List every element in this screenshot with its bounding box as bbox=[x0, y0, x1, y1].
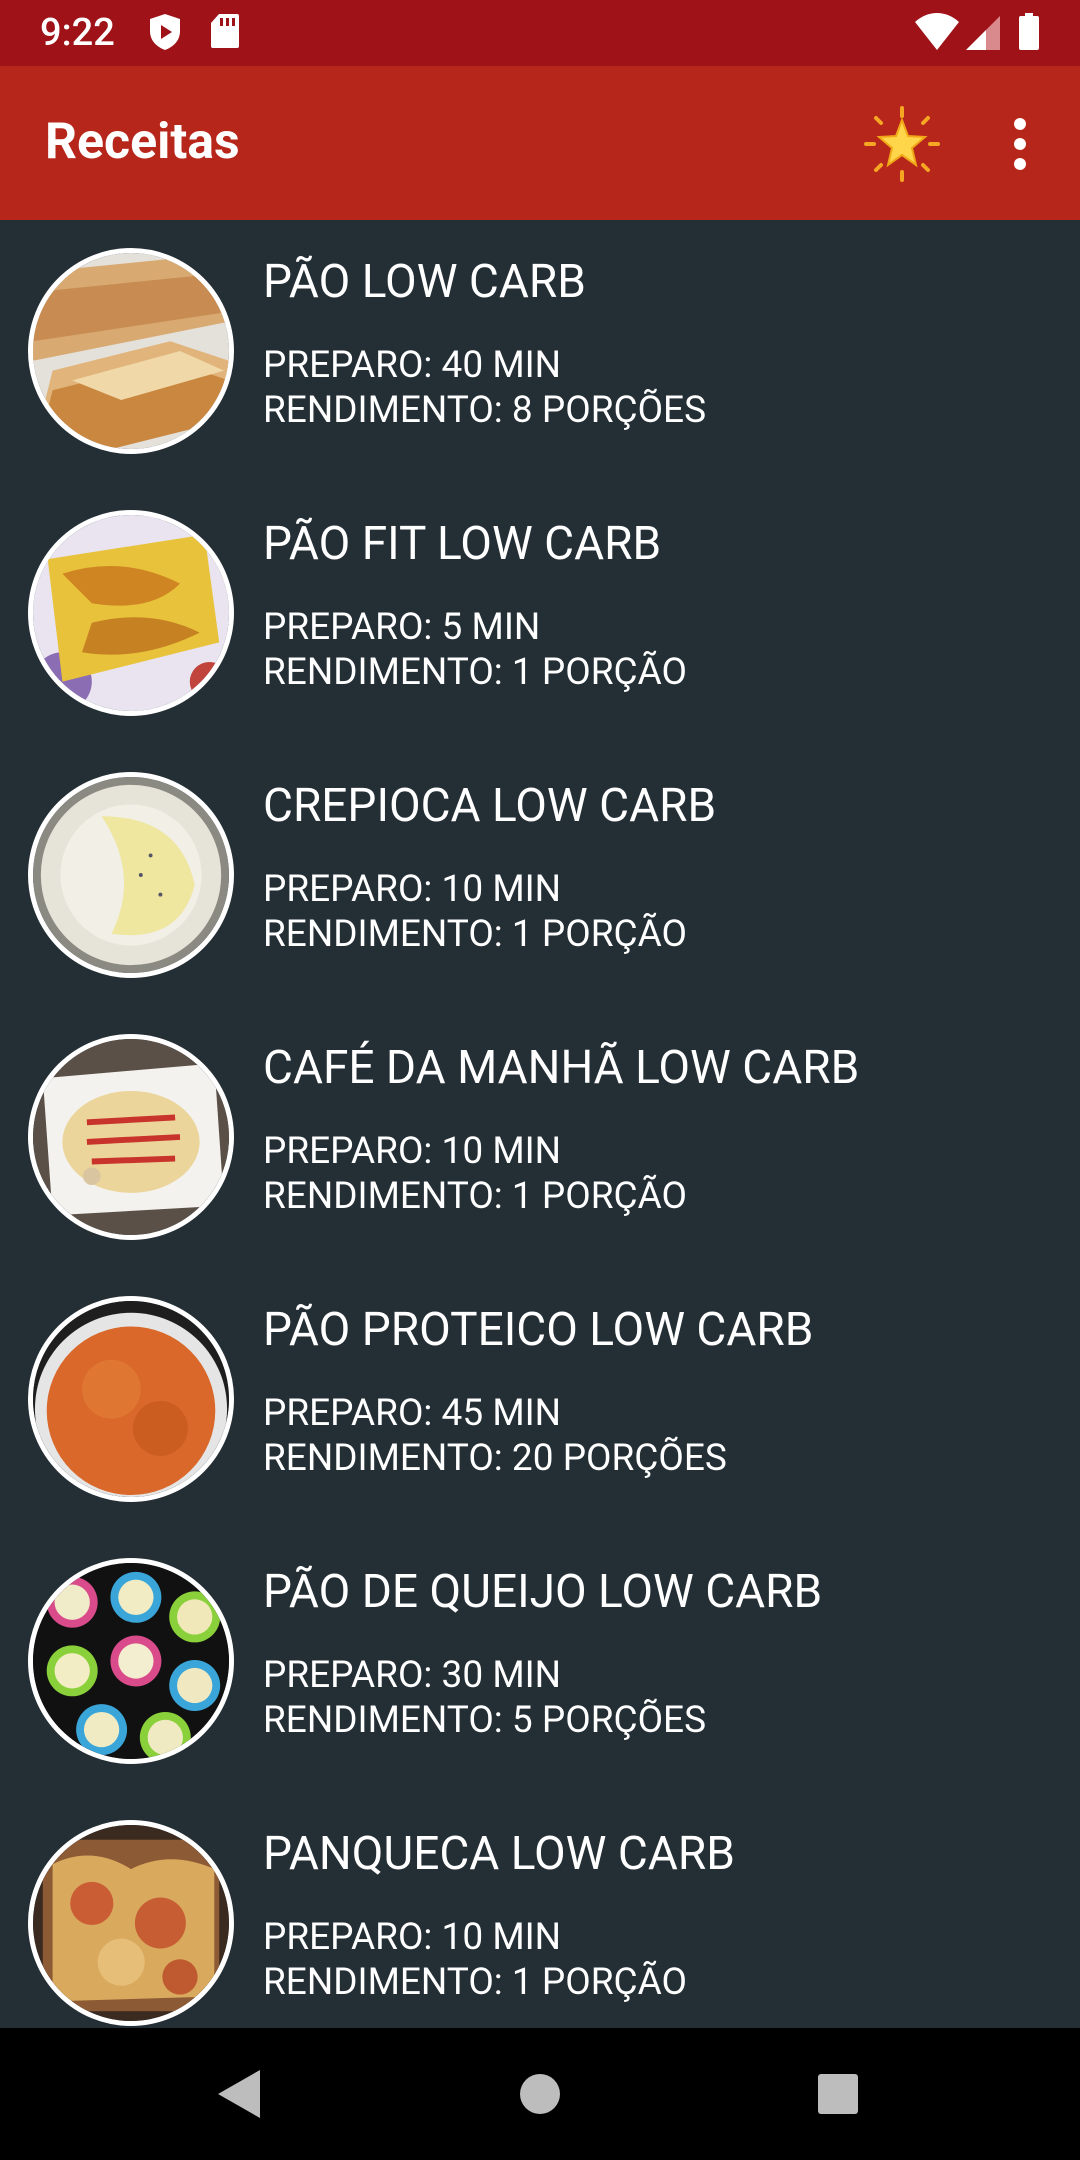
app-bar: Receitas bbox=[0, 66, 1080, 220]
recipe-prep-time: PREPARO: 40 MIN bbox=[263, 344, 562, 387]
recipe-prep-time: PREPARO: 5 MIN bbox=[263, 606, 541, 649]
home-icon bbox=[520, 2074, 560, 2114]
recipe-name: PÃO DE QUEIJO LOW CARB bbox=[263, 1565, 823, 1619]
recipe-prep-time: PREPARO: 45 MIN bbox=[263, 1392, 562, 1435]
recipe-yield: RENDIMENTO: 1 PORÇÃO bbox=[263, 1961, 687, 2004]
recipe-thumbnail bbox=[28, 1820, 234, 2026]
app-screen: 9:22 Receitas PÃO LOW CARB PREPARO: 40 M… bbox=[0, 0, 1080, 2160]
recipe-prep-time: PREPARO: 10 MIN bbox=[263, 1916, 562, 1959]
more-vert-icon bbox=[1014, 118, 1026, 170]
recipe-item[interactable]: PANQUECA LOW CARB PREPARO: 10 MIN RENDIM… bbox=[0, 1792, 1080, 2028]
recipe-yield: RENDIMENTO: 5 PORÇÕES bbox=[263, 1699, 707, 1742]
recents-icon bbox=[818, 2074, 858, 2114]
recipe-list: PÃO LOW CARB PREPARO: 40 MIN RENDIMENTO:… bbox=[0, 220, 1080, 2028]
recipe-yield: RENDIMENTO: 1 PORÇÃO bbox=[263, 651, 687, 694]
status-time: 9:22 bbox=[40, 11, 115, 55]
wifi-icon bbox=[914, 12, 960, 52]
star-icon bbox=[864, 106, 940, 182]
recents-button[interactable] bbox=[816, 2072, 860, 2116]
recipe-name: PÃO LOW CARB bbox=[263, 255, 586, 309]
recipe-item[interactable]: PÃO LOW CARB PREPARO: 40 MIN RENDIMENTO:… bbox=[0, 220, 1080, 482]
recipe-name: CREPIOCA LOW CARB bbox=[263, 779, 717, 833]
more-options-button[interactable] bbox=[996, 108, 1044, 180]
recipe-yield: RENDIMENTO: 1 PORÇÃO bbox=[263, 913, 687, 956]
recipe-thumbnail bbox=[28, 772, 234, 978]
recipe-thumbnail bbox=[28, 510, 234, 716]
recipe-name: PÃO FIT LOW CARB bbox=[263, 517, 662, 571]
recipe-item[interactable]: CAFÉ DA MANHÃ LOW CARB PREPARO: 10 MIN R… bbox=[0, 1006, 1080, 1268]
battery-icon bbox=[1018, 13, 1040, 51]
recipe-item[interactable]: PÃO DE QUEIJO LOW CARB PREPARO: 30 MIN R… bbox=[0, 1530, 1080, 1792]
recipe-name: PÃO PROTEICO LOW CARB bbox=[263, 1303, 814, 1357]
recipe-thumbnail bbox=[28, 1558, 234, 1764]
recipe-yield: RENDIMENTO: 1 PORÇÃO bbox=[263, 1175, 687, 1218]
recipe-thumbnail bbox=[28, 1296, 234, 1502]
recipe-thumbnail bbox=[28, 1034, 234, 1240]
recipe-prep-time: PREPARO: 10 MIN bbox=[263, 1130, 562, 1173]
system-navigation-bar bbox=[0, 2028, 1080, 2160]
back-button[interactable] bbox=[216, 2068, 262, 2120]
recipe-item[interactable]: PÃO FIT LOW CARB PREPARO: 5 MIN RENDIMEN… bbox=[0, 482, 1080, 744]
sd-card-icon bbox=[210, 13, 240, 49]
recipe-item[interactable]: CREPIOCA LOW CARB PREPARO: 10 MIN RENDIM… bbox=[0, 744, 1080, 1006]
recipe-prep-time: PREPARO: 30 MIN bbox=[263, 1654, 562, 1697]
home-button[interactable] bbox=[518, 2072, 562, 2116]
recipe-item[interactable]: PÃO PROTEICO LOW CARB PREPARO: 45 MIN RE… bbox=[0, 1268, 1080, 1530]
recipe-prep-time: PREPARO: 10 MIN bbox=[263, 868, 562, 911]
recipe-name: PANQUECA LOW CARB bbox=[263, 1827, 735, 1881]
status-bar: 9:22 bbox=[0, 0, 1080, 66]
recipe-yield: RENDIMENTO: 20 PORÇÕES bbox=[263, 1437, 727, 1480]
recipe-yield: RENDIMENTO: 8 PORÇÕES bbox=[263, 389, 707, 432]
app-title: Receitas bbox=[45, 113, 240, 171]
star-button[interactable] bbox=[864, 106, 940, 182]
cell-signal-icon bbox=[964, 14, 1002, 52]
back-icon bbox=[218, 2070, 260, 2118]
shield-icon bbox=[148, 13, 182, 51]
recipe-thumbnail bbox=[28, 248, 234, 454]
recipe-name: CAFÉ DA MANHÃ LOW CARB bbox=[263, 1041, 860, 1095]
